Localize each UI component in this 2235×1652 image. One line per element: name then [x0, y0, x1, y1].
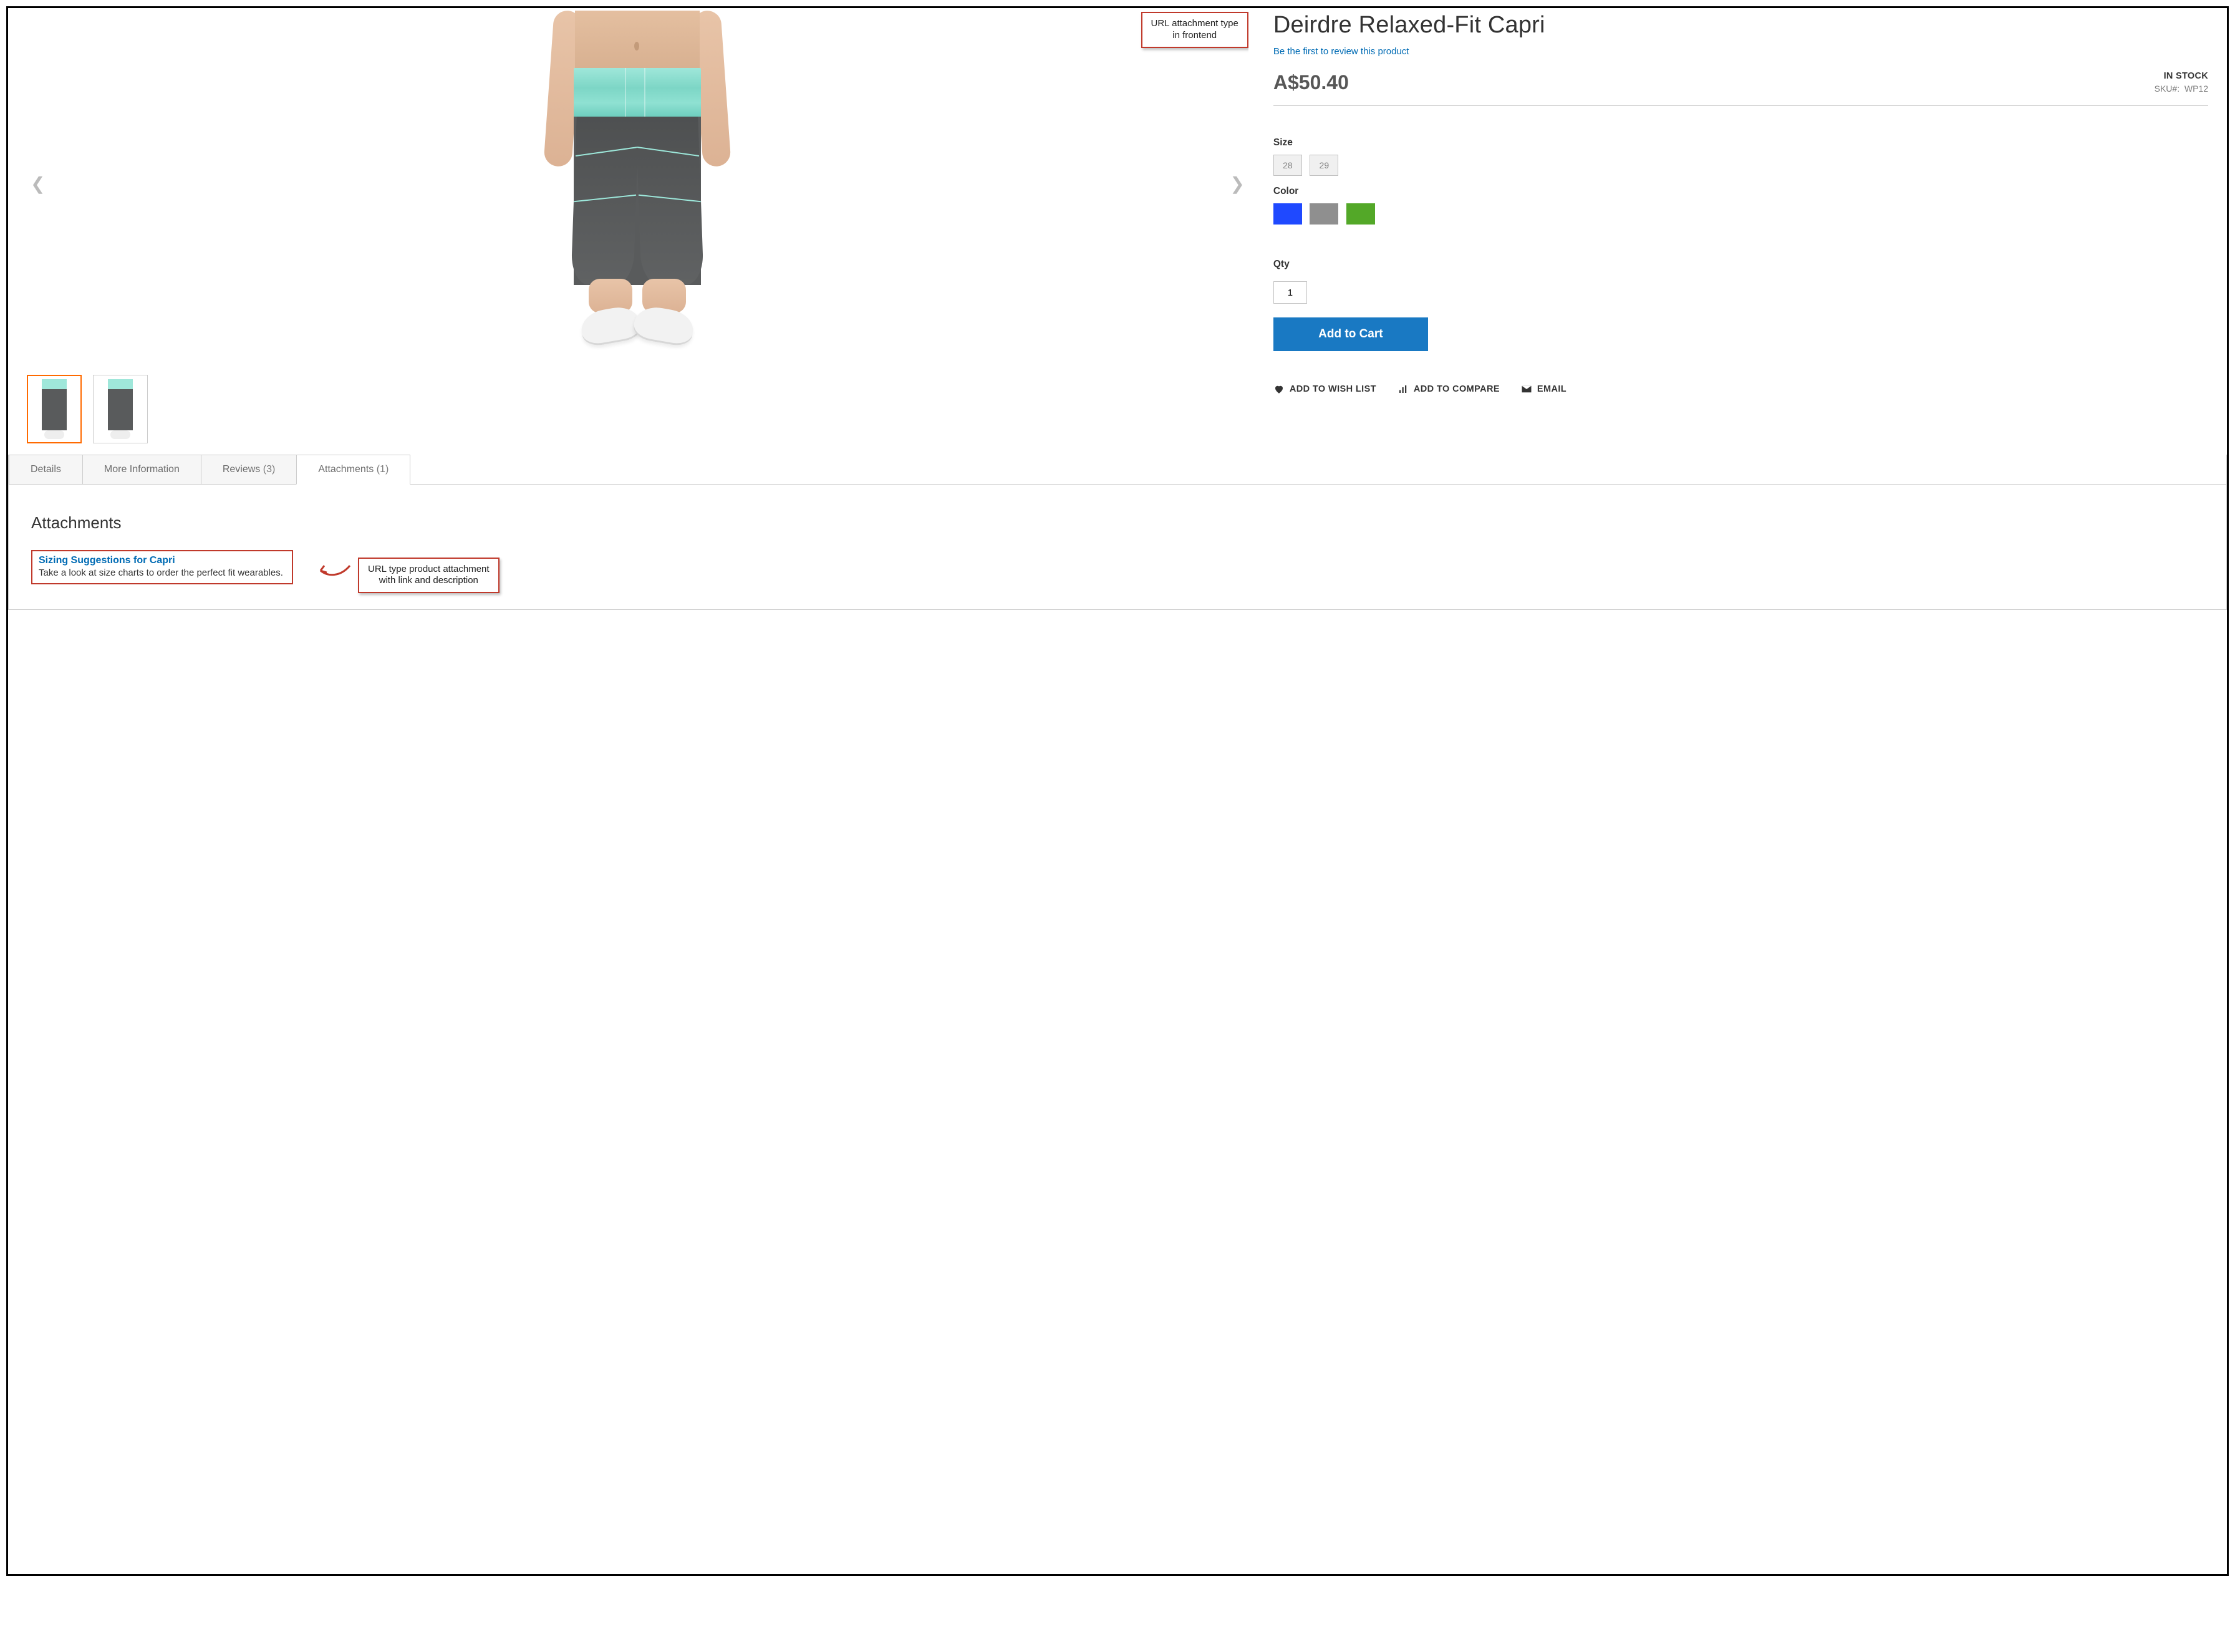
product-image — [538, 11, 737, 360]
sku: SKU#: WP12 — [2155, 84, 2208, 94]
thumbnail-strip — [27, 375, 1248, 443]
attachments-heading: Attachments — [31, 513, 2204, 533]
color-swatch-green[interactable] — [1346, 203, 1375, 225]
product-media: ❮ ❯ URL attachment — [27, 11, 1248, 443]
size-swatch-29[interactable]: 29 — [1310, 155, 1338, 176]
attachment-link[interactable]: Sizing Suggestions for Capri — [39, 555, 286, 566]
qty-input[interactable] — [1273, 281, 1307, 304]
qty-label: Qty — [1273, 259, 2208, 270]
attachment-description: Take a look at size charts to order the … — [39, 568, 286, 578]
tab-more-information[interactable]: More Information — [82, 455, 201, 485]
add-to-wishlist-link[interactable]: ADD TO WISH LIST — [1273, 384, 1376, 395]
annotation-top: URL attachment type in frontend — [1141, 12, 1248, 48]
annotation-bottom: URL type product attachment with link an… — [358, 558, 500, 594]
color-swatch-gray[interactable] — [1310, 203, 1338, 225]
tab-details[interactable]: Details — [9, 455, 83, 485]
color-swatch-blue[interactable] — [1273, 203, 1302, 225]
gallery-next-icon[interactable]: ❯ — [1230, 173, 1244, 194]
add-to-cart-button[interactable]: Add to Cart — [1273, 317, 1428, 351]
stock-status: IN STOCK — [2155, 71, 2208, 81]
thumbnail-1[interactable] — [27, 375, 82, 443]
add-to-compare-link[interactable]: ADD TO COMPARE — [1397, 384, 1500, 395]
product-title: Deirdre Relaxed-Fit Capri — [1273, 12, 2208, 39]
color-options — [1273, 203, 2208, 228]
attachments-panel: Attachments Sizing Suggestions for Capri… — [9, 485, 2226, 609]
tab-reviews[interactable]: Reviews (3) — [201, 455, 297, 485]
attachment-item: Sizing Suggestions for Capri Take a look… — [31, 550, 293, 584]
review-link[interactable]: Be the first to review this product — [1273, 46, 1409, 57]
email-link[interactable]: EMAIL — [1521, 384, 1566, 395]
product-info: Deirdre Relaxed-Fit Capri Be the first t… — [1273, 11, 2208, 443]
annotation-arrow-icon — [316, 558, 353, 583]
size-label: Size — [1273, 137, 2208, 148]
size-swatch-28[interactable]: 28 — [1273, 155, 1302, 176]
main-image: ❮ ❯ URL attachment — [27, 11, 1248, 372]
color-label: Color — [1273, 186, 2208, 197]
heart-icon — [1273, 384, 1285, 395]
tab-attachments[interactable]: Attachments (1) — [296, 455, 410, 485]
envelope-icon — [1521, 384, 1532, 395]
thumbnail-2[interactable] — [93, 375, 148, 443]
product-tabs: Details More Information Reviews (3) Att… — [8, 455, 2227, 610]
gallery-prev-icon[interactable]: ❮ — [31, 173, 45, 194]
bar-chart-icon — [1397, 384, 1409, 395]
size-options: 28 29 — [1273, 155, 2208, 176]
price: A$50.40 — [1273, 71, 1349, 94]
